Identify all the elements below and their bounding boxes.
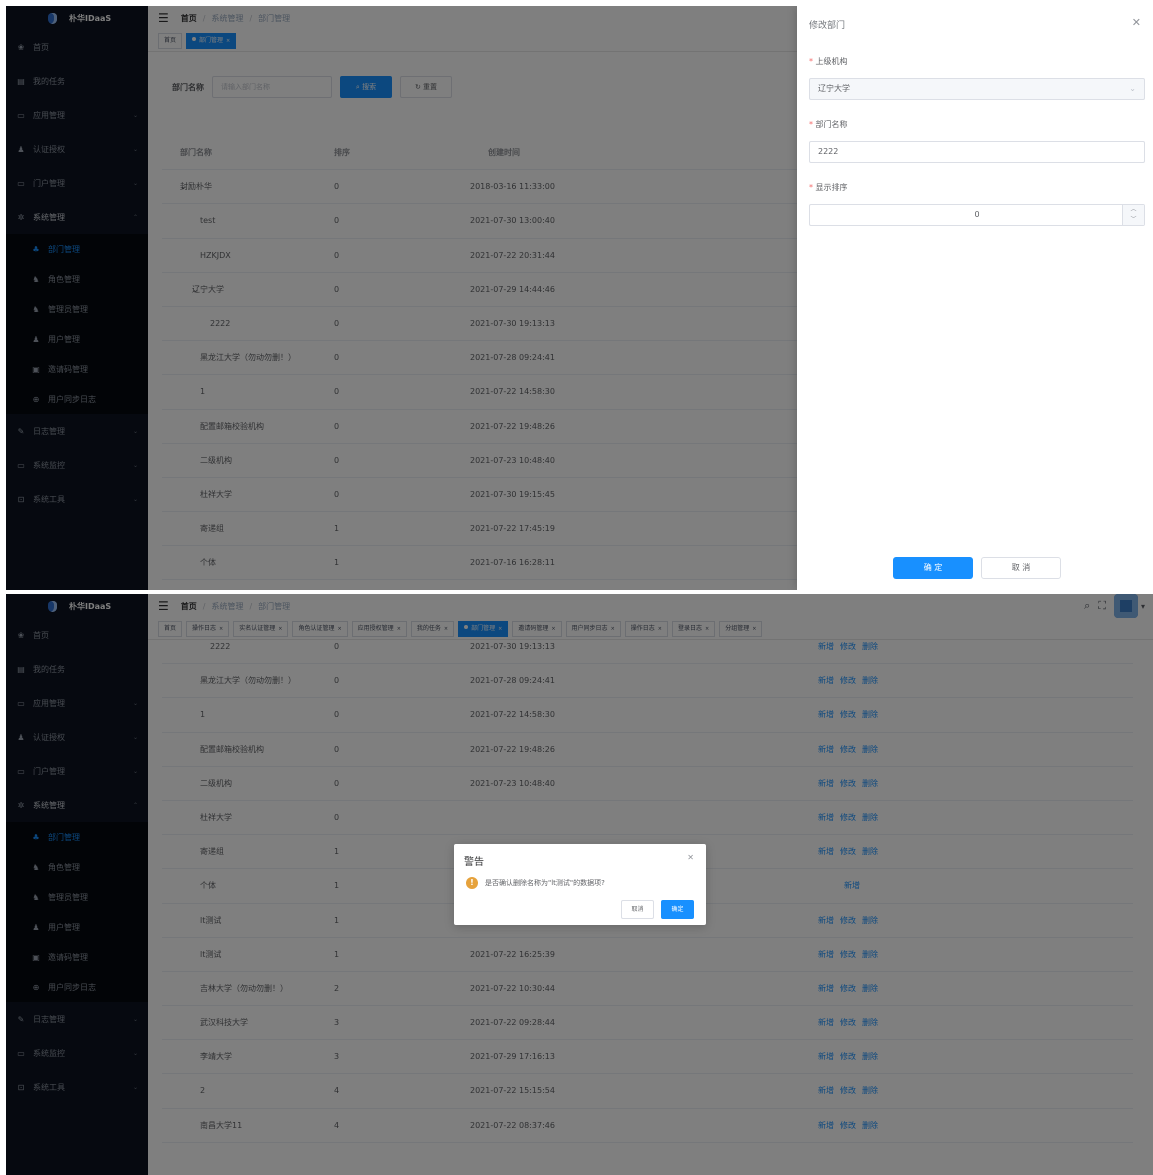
parent-org-select[interactable]: 辽宁大学 — [809, 78, 1145, 100]
warning-icon: ! — [466, 877, 478, 889]
close-icon[interactable]: ✕ — [687, 853, 694, 862]
edit-department-drawer: 修改部门 ✕ 上级机构 辽宁大学 部门名称 2222 显示排序 0︿﹀ 确 定 … — [797, 6, 1153, 590]
dept-name-label: 部门名称 — [809, 119, 848, 130]
sort-value: 0 — [974, 210, 980, 219]
sort-stepper[interactable]: 0 ︿ ﹀ — [809, 204, 1145, 226]
warning-dialog: 警告 ✕ ! 是否确认删除名称为"lt测试"的数据项? 取消 确定 — [454, 844, 706, 925]
close-icon[interactable]: ✕ — [1132, 16, 1141, 29]
drawer-overlay[interactable] — [6, 6, 797, 590]
confirm-button[interactable]: 确 定 — [893, 557, 973, 579]
dept-name-input[interactable]: 2222 — [809, 141, 1145, 163]
dialog-title: 警告 — [464, 857, 484, 868]
screenshot-edit-department: 朴华IDaaS ❀首页▤我的任务▭应用管理⌄♟认证授权⌄▭门户管理⌄✲系统管理⌃… — [6, 6, 1153, 590]
parent-org-label: 上级机构 — [809, 56, 848, 67]
sort-label: 显示排序 — [809, 182, 848, 193]
stepper-arrows-icon[interactable]: ︿ ﹀ — [1122, 205, 1144, 225]
confirm-button[interactable]: 确定 — [661, 900, 694, 919]
cancel-button[interactable]: 取消 — [621, 900, 654, 919]
dialog-message: 是否确认删除名称为"lt测试"的数据项? — [485, 879, 605, 887]
screenshot-delete-confirm: 朴华IDaaS ❀首页▤我的任务▭应用管理⌄♟认证授权⌄▭门户管理⌄✲系统管理⌃… — [6, 594, 1153, 1175]
drawer-title: 修改部门 — [809, 21, 846, 31]
cancel-button[interactable]: 取 消 — [981, 557, 1061, 579]
